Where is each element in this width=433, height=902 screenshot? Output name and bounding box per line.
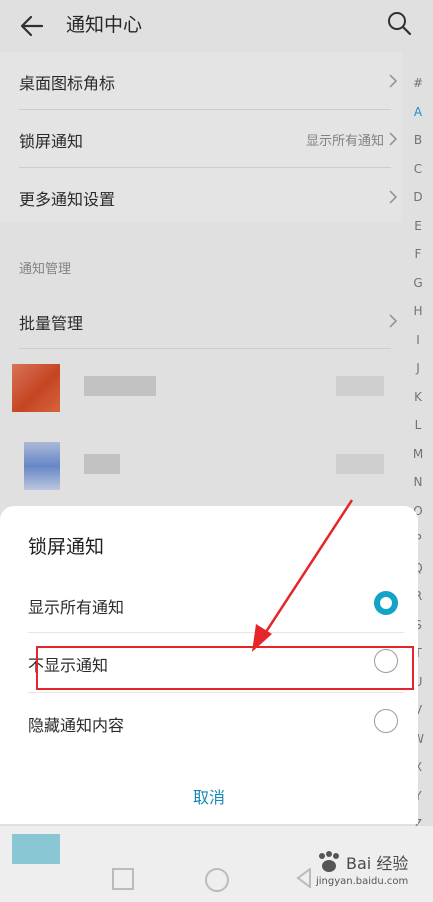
nav-square-icon[interactable] — [112, 868, 134, 890]
dialog-title: 锁屏通知 — [28, 536, 105, 558]
radio-unselected-icon[interactable] — [374, 709, 398, 733]
nav-circle-icon[interactable] — [205, 868, 229, 892]
annotation-highlight-box — [36, 646, 414, 690]
radio-selected-icon[interactable] — [374, 591, 398, 615]
notification-center-screen: 通知中心 桌面图标角标 锁屏通知 显示所有通知 更多通知设置 通知管理 批量管理… — [0, 0, 433, 902]
option-show-all[interactable]: 显示所有通知 — [0, 576, 418, 634]
option-label: 显示所有通知 — [28, 598, 125, 617]
watermark-text: Bai 经验 — [346, 854, 409, 873]
nav-back-icon[interactable] — [296, 868, 312, 888]
divider — [28, 692, 404, 693]
cancel-button[interactable]: 取消 — [0, 784, 418, 808]
baidu-paw-icon — [319, 851, 339, 872]
watermark-url: jingyan.baidu.com — [316, 876, 409, 887]
option-hide-content[interactable]: 隐藏通知内容 — [0, 694, 418, 752]
option-label: 隐藏通知内容 — [28, 716, 125, 735]
divider — [28, 632, 404, 633]
app-icon — [12, 834, 60, 864]
watermark: Bai 经验 jingyan.baidu.com — [312, 848, 430, 900]
